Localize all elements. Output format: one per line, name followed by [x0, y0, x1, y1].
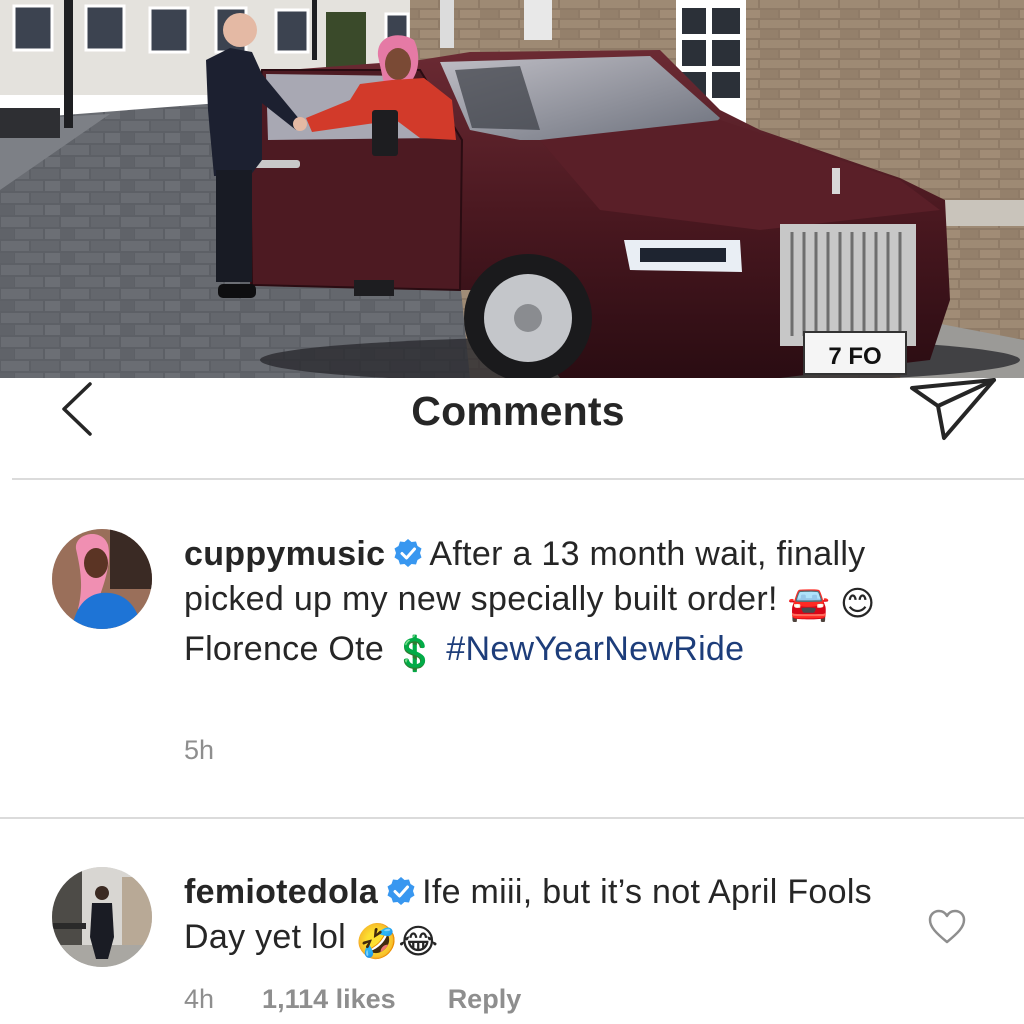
comment-timestamp: 4h [184, 984, 215, 1014]
heart-outline-icon [928, 909, 966, 944]
post-photo: 7 FO [0, 0, 1024, 378]
share-button[interactable] [908, 378, 1000, 444]
car-photo-scene: 7 FO [0, 0, 1024, 378]
verified-badge-icon [387, 877, 415, 905]
comment-item: cuppymusic After a 13 month wait, finall… [0, 480, 1024, 819]
car-emoji-icon: 🚘 [787, 585, 831, 623]
smiling-face-emoji-icon: 😊 [839, 585, 876, 623]
comments-header: Comments [12, 378, 1024, 480]
comment-text: femiotedola Ife miii, but it’s not April… [184, 870, 884, 965]
comment-body-name: Florence Ote [184, 630, 385, 668]
avatar-image-cuppy [52, 529, 152, 629]
likes-count[interactable]: 1,114 likes [262, 984, 396, 1015]
hashtag-link[interactable]: #NewYearNewRide [446, 630, 744, 668]
dollar-sign-emoji-icon: 💲 [393, 635, 437, 673]
like-button[interactable] [928, 909, 966, 945]
comment-item: femiotedola Ife miii, but it’s not April… [0, 819, 1024, 1024]
tears-of-joy-emoji-icon: 😂 [398, 923, 439, 961]
reply-button[interactable]: Reply [448, 984, 522, 1015]
avatar-image-femi [52, 867, 152, 967]
comment-meta: 4h 1,114 likes Reply [184, 984, 521, 1015]
comment-text: cuppymusic After a 13 month wait, finall… [184, 532, 884, 677]
avatar[interactable] [52, 867, 152, 967]
page-title: Comments [411, 388, 625, 434]
avatar[interactable] [52, 529, 152, 629]
comment-username[interactable]: cuppymusic [184, 535, 385, 573]
rolling-laughing-emoji-icon: 🤣 [355, 923, 399, 961]
comment-username[interactable]: femiotedola [184, 873, 378, 911]
direct-share-icon [910, 378, 996, 440]
comment-meta: 5h [184, 735, 214, 766]
comment-timestamp: 5h [184, 735, 215, 765]
verified-badge-icon [394, 539, 422, 567]
license-plate-text: 7 FO [828, 343, 881, 370]
